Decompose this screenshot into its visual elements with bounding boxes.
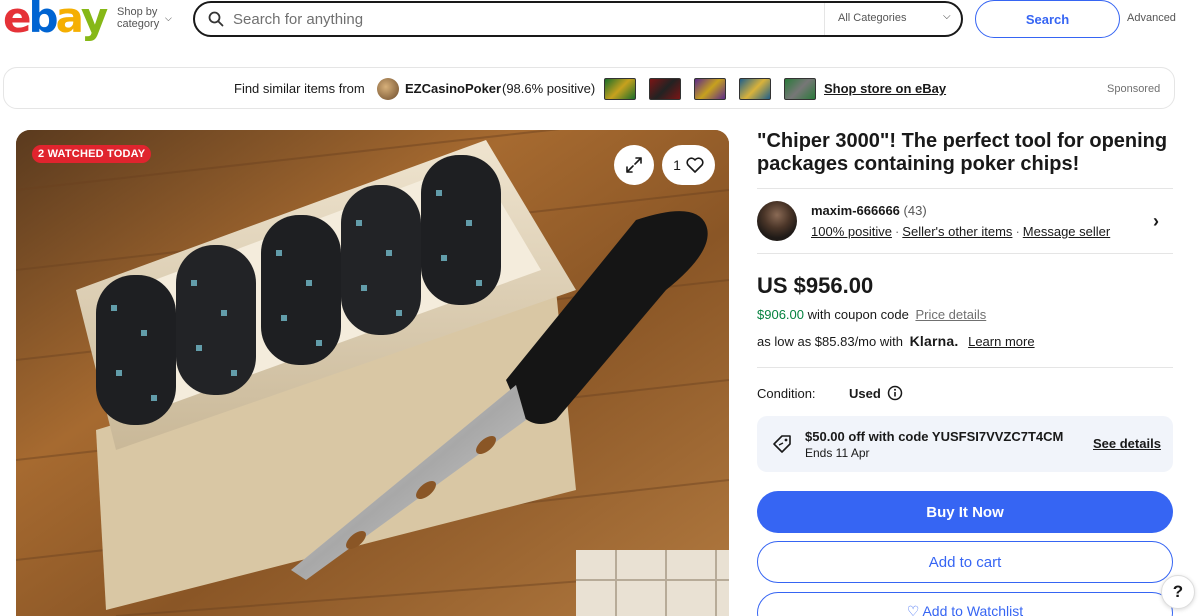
coupon-offer-box: $50.00 off with code YUSFSI7VVZC7T4CM En…	[757, 416, 1173, 472]
logo-letter-b: b	[28, 0, 59, 42]
seller-avatar[interactable]	[757, 201, 797, 241]
find-similar-text: Find similar items from	[234, 81, 365, 96]
add-to-watchlist-button[interactable]: ♡ Add to Watchlist	[757, 592, 1173, 616]
seller-name-row: maxim-666666 (43)	[811, 203, 927, 218]
condition-value: Used	[849, 386, 881, 401]
seller-links: 100% positive · Seller's other items · Messa…	[811, 224, 1110, 239]
store-item-thumbnail[interactable]	[784, 78, 816, 100]
coupon-tag-icon	[773, 435, 791, 453]
coupon-with-text: with coupon code	[807, 307, 909, 322]
search-divider	[824, 3, 825, 35]
shop-by-label-line2: category	[117, 18, 160, 30]
category-select[interactable]: All Categories	[838, 12, 906, 24]
see-details-link[interactable]: See details	[1093, 436, 1161, 451]
store-item-thumbnail[interactable]	[649, 78, 681, 100]
watch-count-button[interactable]: 1	[662, 145, 715, 185]
help-button[interactable]: ?	[1161, 575, 1195, 609]
seller-info[interactable]: maxim-666666 (43) 100% positive · Seller's…	[757, 188, 1173, 254]
klarna-prefix: as low as $85.83/mo with	[757, 334, 903, 349]
store-item-thumbnail[interactable]	[604, 78, 636, 100]
condition-label: Condition:	[757, 386, 816, 401]
message-seller-link[interactable]: Message seller	[1023, 224, 1110, 239]
store-name[interactable]: EZCasinoPoker	[405, 81, 501, 96]
add-to-cart-button[interactable]: Add to cart	[757, 541, 1173, 583]
ebay-logo[interactable]: e b a y	[3, 0, 108, 42]
klarna-learn-more-link[interactable]: Learn more	[968, 334, 1034, 349]
separator-dot: ·	[894, 224, 900, 239]
watch-count: 1	[673, 157, 681, 173]
store-item-thumbnail[interactable]	[694, 78, 726, 100]
expand-image-button[interactable]	[614, 145, 654, 185]
seller-positive-link[interactable]: 100% positive	[811, 224, 892, 239]
coupon-end-date: Ends 11 Apr	[805, 446, 870, 460]
logo-letter-y: y	[80, 0, 108, 42]
sponsored-store-banner: Find similar items from EZCasinoPoker (9…	[3, 67, 1175, 109]
chevron-down-icon: ⌵	[165, 13, 172, 23]
search-button[interactable]: Search	[975, 0, 1120, 38]
heart-icon	[686, 157, 704, 173]
chevron-right-icon[interactable]: ›	[1153, 211, 1159, 232]
klarna-logo: Klarna.	[909, 333, 959, 349]
sponsored-label: Sponsored	[1107, 83, 1161, 95]
search-input[interactable]: Search for anything	[233, 11, 363, 28]
seller-other-items-link[interactable]: Seller's other items	[902, 224, 1012, 239]
klarna-financing-line: as low as $85.83/mo with Klarna. Learn m…	[757, 333, 1035, 349]
chevron-down-icon: ⌵	[943, 11, 951, 22]
separator-dot: ·	[1015, 224, 1020, 239]
coupon-offer-text: $50.00 off with code YUSFSI7VVZC7T4CM	[805, 429, 1064, 444]
seller-name[interactable]: maxim-666666	[811, 203, 900, 218]
shop-by-label-line1: Shop by	[117, 6, 158, 18]
store-avatar[interactable]	[377, 78, 399, 100]
info-icon[interactable]	[887, 385, 903, 401]
main-product-image[interactable]	[16, 130, 729, 616]
search-icon	[208, 11, 224, 27]
heart-icon: ♡	[906, 603, 920, 616]
logo-letter-a: a	[55, 0, 84, 42]
watched-today-badge: 2 WATCHED TODAY	[32, 145, 152, 163]
logo-letter-e: e	[3, 0, 31, 42]
coupon-price: $906.00	[757, 307, 804, 322]
buy-it-now-button[interactable]: Buy It Now	[757, 491, 1173, 533]
seller-feedback-count: (43)	[903, 203, 927, 218]
shop-store-link[interactable]: Shop store on eBay	[824, 81, 946, 96]
item-title: "Chiper 3000"! The perfect tool for open…	[757, 130, 1168, 175]
price-details-link[interactable]: Price details	[915, 307, 986, 322]
advanced-search-link[interactable]: Advanced	[1127, 12, 1176, 24]
expand-icon	[626, 157, 642, 173]
store-item-thumbnail[interactable]	[739, 78, 771, 100]
search-bar: Search for anything All Categories ⌵	[193, 1, 963, 37]
item-price: US $956.00	[757, 273, 874, 298]
coupon-price-line: $906.00 with coupon code Price details	[757, 307, 986, 322]
divider	[757, 367, 1173, 368]
add-to-watchlist-label: Add to Watchlist	[922, 603, 1024, 616]
shop-by-category-button[interactable]: Shop by category ⌵	[117, 6, 172, 30]
product-photo	[16, 130, 729, 616]
store-rating: (98.6% positive)	[502, 81, 596, 96]
